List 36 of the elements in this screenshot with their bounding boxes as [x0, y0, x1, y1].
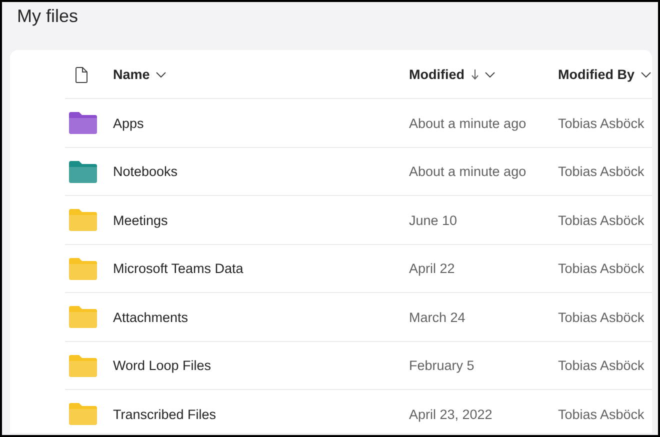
chevron-down-icon [640, 72, 650, 78]
file-name[interactable]: Word Loop Files [113, 358, 409, 374]
modified-date: April 22 [409, 261, 456, 276]
folder-icon [69, 354, 97, 377]
chevron-down-icon [484, 72, 494, 78]
chevron-down-icon [156, 72, 166, 78]
folder-icon [69, 209, 97, 232]
modified-date: March 24 [409, 310, 466, 325]
folder-icon [69, 258, 97, 280]
modified-date: February 5 [409, 358, 476, 374]
column-header[interactable]: Modified By [558, 67, 652, 82]
page-title: My files [16, 5, 80, 28]
modified-date: About a minute ago [409, 164, 528, 180]
file-name[interactable]: Meetings [113, 212, 409, 228]
modified-by-name: Tobias Asböck [558, 406, 646, 422]
column-header[interactable]: Name [113, 67, 409, 82]
file-icon [75, 66, 88, 82]
file-name[interactable]: Notebooks [113, 164, 409, 180]
modified-by-name: Tobias Asböck [558, 310, 646, 325]
modified-by-name: Tobias Asböck [558, 116, 646, 131]
file-name[interactable]: Transcribed Files [113, 406, 409, 422]
file-name[interactable]: Microsoft Teams Data [113, 261, 409, 276]
folder-icon [69, 160, 97, 183]
folder-icon [69, 403, 97, 426]
modified-by-name: Tobias Asböck [558, 164, 646, 180]
modified-by-name: Tobias Asböck [558, 212, 646, 228]
file-name[interactable]: Attachments [113, 310, 409, 325]
modified-date: April 23, 2022 [409, 406, 494, 422]
folder-icon [69, 112, 97, 134]
folder-icon [69, 306, 97, 328]
modified-date: About a minute ago [409, 116, 528, 131]
modified-date: June 10 [409, 212, 458, 228]
file-name[interactable]: Apps [113, 116, 409, 131]
column-header[interactable]: Modified [409, 67, 558, 82]
modified-by-name: Tobias Asböck [558, 261, 646, 276]
modified-by-name: Tobias Asböck [558, 358, 646, 374]
